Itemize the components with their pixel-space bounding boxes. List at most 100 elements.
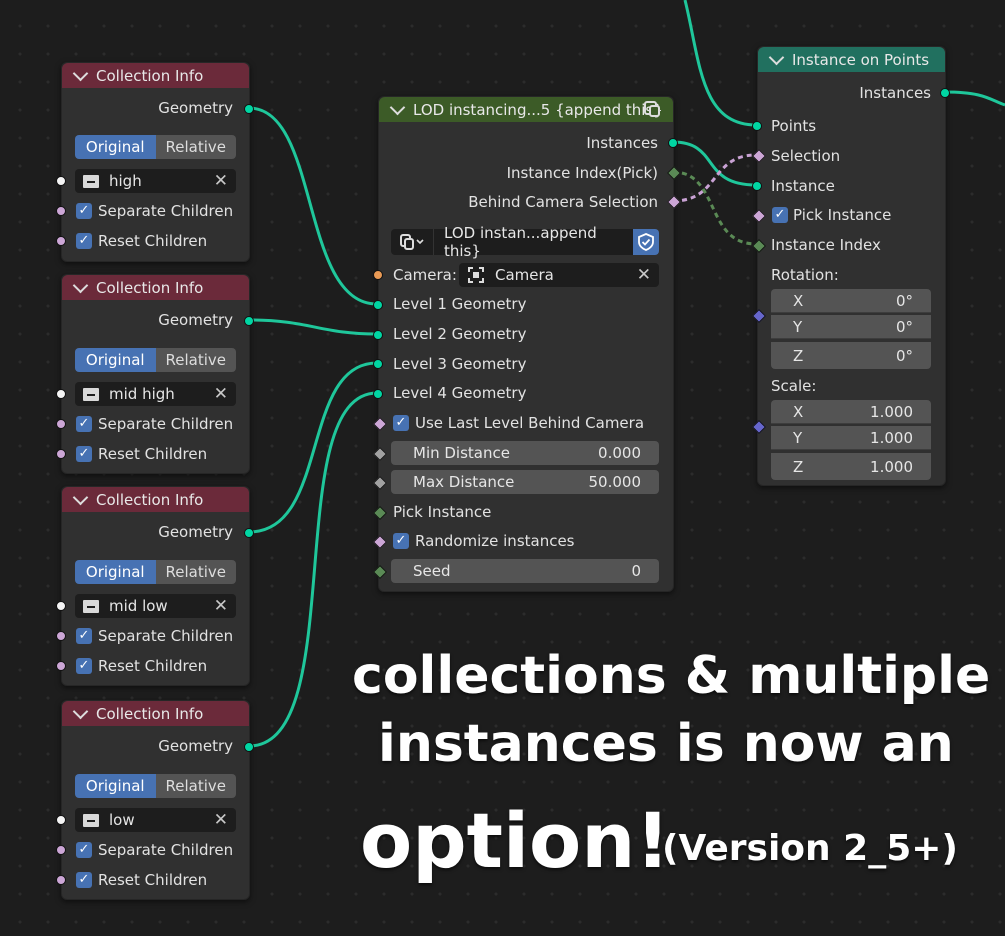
relative-option[interactable]: Relative (155, 774, 236, 798)
instance-index-pick-socket[interactable] (666, 165, 682, 181)
collection-input-socket[interactable] (56, 389, 66, 399)
collapse-chevron-icon[interactable] (389, 99, 406, 116)
pick-instance-socket[interactable] (751, 208, 767, 224)
collection-input-socket[interactable] (56, 176, 66, 186)
node-header[interactable]: Collection Info (62, 487, 249, 512)
camera-input-socket[interactable] (373, 270, 383, 280)
lod-instancing-node[interactable]: LOD instancing...5 {append this} Instanc… (372, 96, 682, 592)
rotation-socket[interactable] (751, 308, 767, 324)
seed-field[interactable]: Seed 0 (391, 559, 659, 583)
node-header[interactable]: Collection Info (62, 275, 249, 300)
reset-children-checkbox[interactable]: ✓ (76, 658, 92, 674)
reset-children-socket[interactable] (56, 661, 66, 671)
collection-field[interactable]: low ✕ (75, 808, 236, 832)
group-name-field[interactable]: LOD instan...append this} (434, 224, 633, 260)
use-last-level-socket[interactable] (372, 416, 388, 432)
collection-info-node[interactable]: Collection Info Geometry Original Relati… (56, 274, 254, 474)
separate-children-socket[interactable] (56, 631, 66, 641)
collection-info-node[interactable]: Collection Info Geometry Original Relati… (56, 700, 254, 900)
transform-space-toggle[interactable]: Original Relative (75, 560, 236, 584)
instance-on-points-node[interactable]: Instance on Points Instances Points Sele… (751, 46, 950, 486)
separate-children-checkbox[interactable]: ✓ (76, 203, 92, 219)
scale-vector[interactable]: X 1.000 Y 1.000 Z 1.000 (771, 400, 931, 480)
fake-user-shield-button[interactable] (633, 229, 659, 255)
instance-input-socket[interactable] (752, 181, 762, 191)
scale-x-field[interactable]: X 1.000 (771, 400, 931, 424)
rotation-z-field[interactable]: Z 0° (771, 342, 931, 369)
collection-field[interactable]: mid high ✕ (75, 382, 236, 406)
instances-output-socket[interactable] (668, 138, 678, 148)
node-header[interactable]: LOD instancing...5 {append this} (379, 97, 673, 122)
original-option[interactable]: Original (75, 135, 156, 159)
collection-info-node[interactable]: Collection Info Geometry Original Relati… (56, 62, 254, 262)
scale-y-field[interactable]: Y 1.000 (771, 426, 931, 450)
clear-icon[interactable]: ✕ (214, 171, 228, 191)
clear-icon[interactable]: ✕ (214, 384, 228, 404)
rotation-vector[interactable]: X 0° Y 0° Z 0° (771, 289, 931, 369)
behind-camera-socket[interactable] (666, 194, 682, 210)
collapse-chevron-icon[interactable] (72, 277, 89, 294)
collapse-chevron-icon[interactable] (768, 49, 785, 66)
original-option[interactable]: Original (75, 560, 156, 584)
rotation-y-field[interactable]: Y 0° (771, 315, 931, 339)
instance-index-socket[interactable] (751, 238, 767, 254)
collapse-chevron-icon[interactable] (72, 703, 89, 720)
max-distance-field[interactable]: Max Distance 50.000 (391, 470, 659, 494)
instances-output-socket[interactable] (940, 88, 950, 98)
collapse-chevron-icon[interactable] (72, 489, 89, 506)
scale-socket[interactable] (751, 419, 767, 435)
node-header[interactable]: Instance on Points (758, 47, 945, 72)
separate-children-checkbox[interactable]: ✓ (76, 842, 92, 858)
separate-children-checkbox[interactable]: ✓ (76, 416, 92, 432)
node-header[interactable]: Collection Info (62, 701, 249, 726)
collection-input-socket[interactable] (56, 601, 66, 611)
collection-info-node[interactable]: Collection Info Geometry Original Relati… (56, 486, 254, 686)
level4-input-socket[interactable] (373, 389, 383, 399)
pick-instance-socket[interactable] (372, 505, 388, 521)
use-last-level-checkbox[interactable]: ✓ (393, 415, 409, 431)
transform-space-toggle[interactable]: Original Relative (75, 135, 236, 159)
group-browse-button[interactable] (391, 229, 434, 255)
clear-icon[interactable]: ✕ (214, 810, 228, 830)
geometry-output-socket[interactable] (244, 742, 254, 752)
original-option[interactable]: Original (75, 774, 156, 798)
relative-option[interactable]: Relative (155, 135, 236, 159)
pick-instance-checkbox[interactable]: ✓ (772, 207, 788, 223)
clear-icon[interactable]: ✕ (637, 265, 651, 285)
reset-children-socket[interactable] (56, 236, 66, 246)
reset-children-socket[interactable] (56, 449, 66, 459)
reset-children-checkbox[interactable]: ✓ (76, 872, 92, 888)
camera-field[interactable]: Camera ✕ (459, 263, 659, 287)
reset-children-checkbox[interactable]: ✓ (76, 233, 92, 249)
points-input-socket[interactable] (752, 121, 762, 131)
min-distance-socket[interactable] (372, 446, 388, 462)
collapse-chevron-icon[interactable] (72, 65, 89, 82)
geometry-output-socket[interactable] (244, 528, 254, 538)
selection-input-socket[interactable] (751, 148, 767, 164)
transform-space-toggle[interactable]: Original Relative (75, 774, 236, 798)
separate-children-checkbox[interactable]: ✓ (76, 628, 92, 644)
collection-field[interactable]: high ✕ (75, 169, 236, 193)
collection-field[interactable]: mid low ✕ (75, 594, 236, 618)
level3-input-socket[interactable] (373, 359, 383, 369)
geometry-output-socket[interactable] (244, 104, 254, 114)
min-distance-field[interactable]: Min Distance 0.000 (391, 441, 659, 465)
seed-socket[interactable] (372, 564, 388, 580)
geometry-output-socket[interactable] (244, 316, 254, 326)
collection-input-socket[interactable] (56, 815, 66, 825)
reset-children-checkbox[interactable]: ✓ (76, 446, 92, 462)
level2-input-socket[interactable] (373, 330, 383, 340)
relative-option[interactable]: Relative (155, 560, 236, 584)
max-distance-socket[interactable] (372, 475, 388, 491)
relative-option[interactable]: Relative (155, 348, 236, 372)
reset-children-socket[interactable] (56, 875, 66, 885)
separate-children-socket[interactable] (56, 845, 66, 855)
separate-children-socket[interactable] (56, 206, 66, 216)
group-datablock-selector[interactable]: LOD instan...append this} (391, 224, 659, 260)
randomize-socket[interactable] (372, 534, 388, 550)
scale-z-field[interactable]: Z 1.000 (771, 453, 931, 480)
transform-space-toggle[interactable]: Original Relative (75, 348, 236, 372)
clear-icon[interactable]: ✕ (214, 596, 228, 616)
original-option[interactable]: Original (75, 348, 156, 372)
rotation-x-field[interactable]: X 0° (771, 289, 931, 313)
